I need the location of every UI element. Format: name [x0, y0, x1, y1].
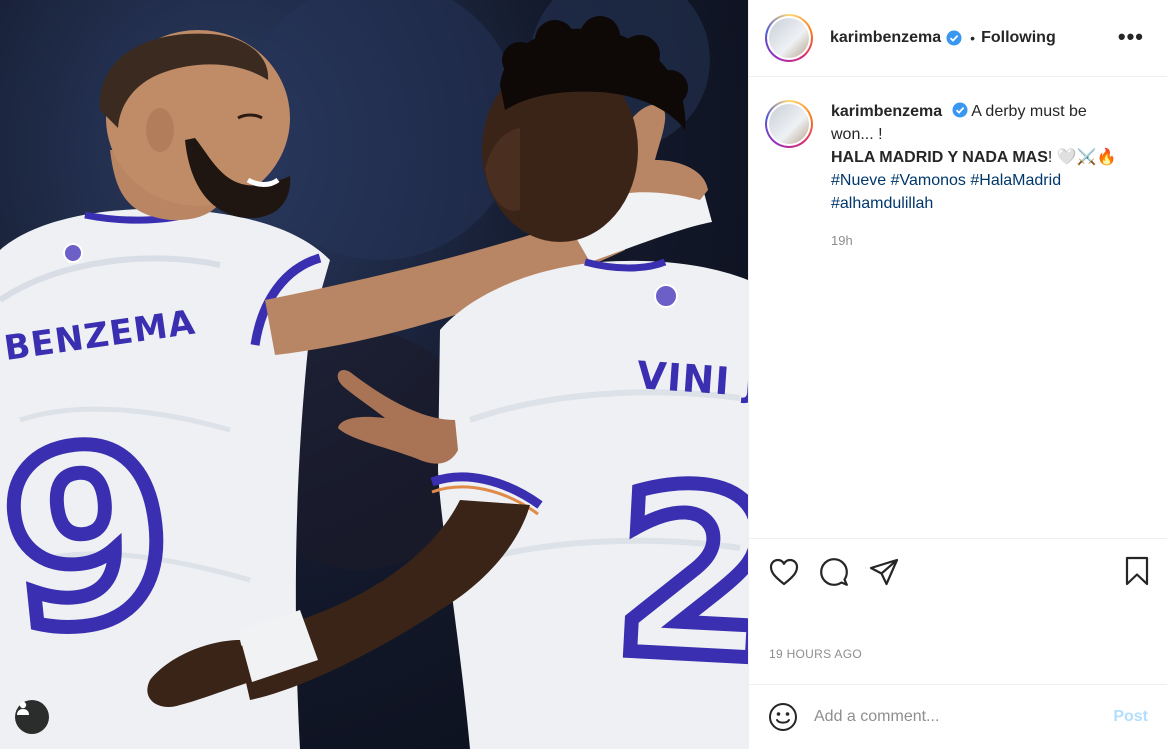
caption-time[interactable]: 19h	[831, 229, 1131, 252]
caption-emoji-text: ! 🤍⚔️🔥	[1047, 149, 1117, 166]
user-tag-icon	[17, 701, 29, 715]
post-side-panel: karimbenzema • Following ••• karimbenzem…	[748, 0, 1167, 749]
bookmark-icon	[1125, 556, 1149, 586]
left-player-number: 9	[0, 391, 186, 687]
header-separator: •	[970, 30, 976, 46]
hashtag-link[interactable]: #Nueve	[831, 172, 886, 189]
save-button[interactable]	[1124, 556, 1150, 591]
post-photo[interactable]: BENZEMA 9 VINI JR. 20	[0, 0, 748, 749]
comment-bar: Post	[749, 684, 1167, 749]
header-username[interactable]: karimbenzema	[830, 29, 941, 47]
verified-badge-icon	[946, 30, 962, 46]
caption-bold-text: HALA MADRID Y NADA MAS	[831, 149, 1048, 166]
comment-button[interactable]	[818, 556, 850, 588]
emoji-icon[interactable]	[768, 702, 798, 732]
share-button[interactable]	[868, 556, 900, 588]
user-tag-button[interactable]	[15, 700, 49, 734]
post-header: karimbenzema • Following •••	[749, 0, 1167, 77]
post-date[interactable]: 19 HOURS AGO	[769, 647, 862, 661]
following-button[interactable]: Following	[981, 29, 1056, 47]
more-options-icon[interactable]: •••	[1118, 26, 1144, 48]
share-icon	[869, 558, 899, 585]
players-illustration: BENZEMA 9 VINI JR. 20	[0, 0, 748, 749]
action-bar	[749, 538, 1167, 604]
caption-avatar[interactable]	[765, 100, 813, 148]
caption: karimbenzema A derby must be won... ! HA…	[765, 100, 1155, 252]
verified-badge-icon	[952, 102, 968, 118]
comment-icon	[820, 557, 848, 586]
comment-input[interactable]	[814, 708, 1084, 726]
like-button[interactable]	[768, 556, 800, 588]
hashtag-link[interactable]: #Vamonos	[891, 172, 966, 189]
hashtag-link[interactable]: #alhamdulillah	[831, 195, 933, 212]
caption-username[interactable]: karimbenzema	[831, 103, 942, 120]
heart-icon	[769, 558, 799, 585]
avatar[interactable]	[765, 14, 813, 62]
right-player-number: 20	[609, 438, 748, 721]
caption-text: karimbenzema A derby must be won... ! HA…	[831, 100, 1131, 252]
hashtag-link[interactable]: #HalaMadrid	[970, 172, 1061, 189]
post-comment-button[interactable]: Post	[1113, 708, 1148, 726]
